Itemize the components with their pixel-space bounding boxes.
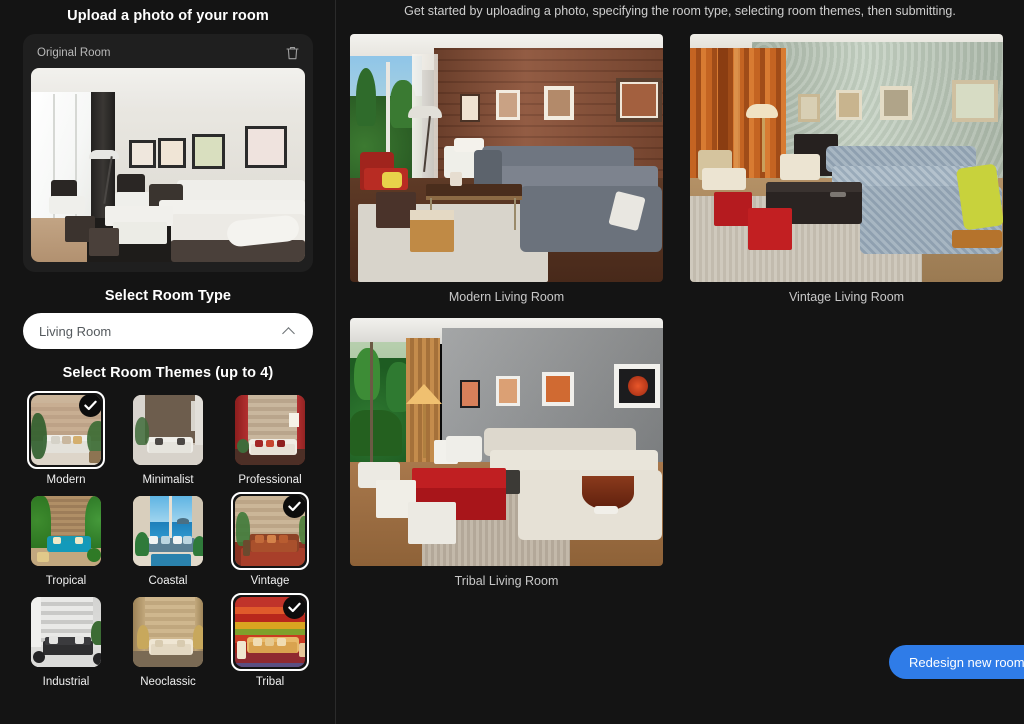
- result-image-modern[interactable]: [350, 34, 663, 282]
- room-type-select[interactable]: Living Room: [23, 313, 313, 349]
- theme-label: Vintage: [250, 575, 290, 587]
- theme-thumb-neoclassic[interactable]: [129, 593, 207, 671]
- instructions-text: Get started by uploading a photo, specif…: [404, 4, 956, 18]
- theme-label: Coastal: [148, 575, 188, 587]
- room-themes-grid: Modern Minimalist Professional Tropical …: [23, 391, 313, 688]
- original-room-card-header: Original Room: [31, 42, 305, 68]
- result-caption: Tribal Living Room: [454, 574, 559, 588]
- theme-thumb-tribal[interactable]: [231, 593, 309, 671]
- chevron-up-icon: [283, 327, 295, 335]
- original-room-card: Original Room: [23, 34, 313, 272]
- theme-thumb-tropical[interactable]: [27, 492, 105, 570]
- original-room-photo[interactable]: [31, 68, 305, 262]
- theme-label: Neoclassic: [140, 676, 196, 688]
- check-icon: [283, 495, 306, 518]
- original-room-label: Original Room: [37, 47, 111, 59]
- theme-option-minimalist[interactable]: Minimalist: [129, 391, 207, 486]
- theme-option-coastal[interactable]: Coastal: [129, 492, 207, 587]
- room-type-title: Select Room Type: [104, 288, 232, 304]
- upload-sidebar: Upload a photo of your room Original Roo…: [0, 0, 336, 724]
- theme-option-tribal[interactable]: Tribal: [231, 593, 309, 688]
- result-caption: Modern Living Room: [448, 290, 565, 304]
- redesign-new-room-button[interactable]: Redesign new room: [889, 645, 1024, 679]
- theme-label: Industrial: [42, 676, 90, 688]
- app-root: Upload a photo of your room Original Roo…: [0, 0, 1024, 724]
- result-image-tribal[interactable]: [350, 318, 663, 566]
- result-caption: Vintage Living Room: [788, 290, 905, 304]
- room-type-selected-value: Living Room: [39, 323, 112, 339]
- theme-thumb-modern[interactable]: [27, 391, 105, 469]
- theme-option-professional[interactable]: Professional: [231, 391, 309, 486]
- theme-option-industrial[interactable]: Industrial: [27, 593, 105, 688]
- theme-label: Tribal: [255, 676, 285, 688]
- theme-option-vintage[interactable]: Vintage: [231, 492, 309, 587]
- theme-thumb-minimalist[interactable]: [129, 391, 207, 469]
- check-icon: [283, 596, 306, 619]
- theme-label: Minimalist: [142, 474, 194, 486]
- result-card-modern: Modern Living Room: [350, 34, 663, 304]
- result-card-tribal: Tribal Living Room: [350, 318, 663, 588]
- theme-label: Modern: [46, 474, 86, 486]
- result-card-vintage: Vintage Living Room: [690, 34, 1003, 304]
- theme-thumb-professional[interactable]: [231, 391, 309, 469]
- theme-option-modern[interactable]: Modern: [27, 391, 105, 486]
- theme-option-tropical[interactable]: Tropical: [27, 492, 105, 587]
- results-panel: Get started by uploading a photo, specif…: [336, 0, 1024, 724]
- theme-thumb-coastal[interactable]: [129, 492, 207, 570]
- check-icon: [79, 394, 102, 417]
- theme-thumb-industrial[interactable]: [27, 593, 105, 671]
- result-image-vintage[interactable]: [690, 34, 1003, 282]
- theme-thumb-vintage[interactable]: [231, 492, 309, 570]
- room-themes-title: Select Room Themes (up to 4): [62, 365, 274, 381]
- generated-results-grid: Modern Living Room Vintage Living Room T…: [350, 34, 1010, 588]
- theme-label: Tropical: [45, 575, 87, 587]
- theme-option-neoclassic[interactable]: Neoclassic: [129, 593, 207, 688]
- theme-label: Professional: [238, 474, 302, 486]
- action-buttons: Redesign new room Download photos: [889, 645, 1024, 679]
- trash-icon[interactable]: [283, 44, 301, 62]
- upload-title: Upload a photo of your room: [67, 8, 269, 24]
